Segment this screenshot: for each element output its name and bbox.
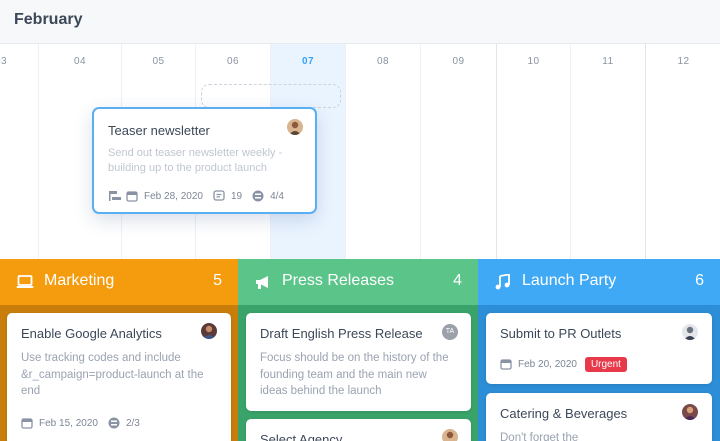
avatar[interactable] [682, 404, 698, 420]
subtasks-icon [252, 190, 264, 202]
card-title: Submit to PR Outlets [500, 326, 622, 341]
column-body: Enable Google Analytics Use tracking cod… [0, 305, 238, 441]
column-launch-party: Launch Party 6 Submit to PR Outlets Feb … [478, 259, 720, 441]
column-body: Draft English Press Release TA Focus sho… [238, 305, 478, 441]
calendar-icon [21, 417, 33, 429]
card-date: Feb 28, 2020 [144, 190, 203, 202]
comment-icon [213, 190, 225, 202]
subtasks-icon [108, 417, 120, 429]
day-column[interactable]: 03 [0, 44, 39, 259]
avatar[interactable] [682, 324, 698, 340]
column-count: 4 [453, 272, 462, 289]
music-note-icon [494, 273, 512, 290]
card-description: Send out teaser newsletter weekly - buil… [108, 147, 283, 174]
calendar-header: February [0, 0, 720, 44]
card-date: Feb 15, 2020 [39, 417, 98, 429]
task-card[interactable]: Draft English Press Release TA Focus sho… [246, 313, 471, 411]
day-label: 03 [0, 56, 8, 67]
card-title: Select Agency [260, 432, 343, 441]
column-header[interactable]: Press Releases 4 [238, 259, 478, 305]
day-label: 06 [226, 56, 240, 67]
card-description: Use tracking codes and include &r_campai… [21, 352, 204, 397]
avatar[interactable] [442, 429, 458, 441]
card-title: Enable Google Analytics [21, 326, 162, 341]
kanban-board: Marketing 5 Enable Google Analytics Use … [0, 259, 720, 441]
calendar-icon [126, 190, 138, 202]
column-title: Launch Party [522, 272, 617, 289]
column-body: Submit to PR Outlets Feb 20, 2020 Urgent… [478, 305, 720, 441]
comment-count: 19 [230, 190, 243, 202]
card-title: Catering & Beverages [500, 406, 628, 421]
column-header[interactable]: Launch Party 6 [478, 259, 720, 305]
day-column[interactable]: 12 [646, 44, 720, 259]
laptop-icon [16, 274, 34, 290]
drop-placeholder [201, 84, 341, 108]
column-header[interactable]: Marketing 5 [0, 259, 238, 305]
avatar[interactable]: TA [442, 324, 458, 340]
subtask-count: 4/4 [270, 190, 284, 202]
task-card[interactable]: Select Agency [246, 419, 471, 441]
column-count: 5 [213, 272, 222, 289]
month-title: February [14, 11, 83, 28]
dragged-task-card[interactable]: Teaser newsletter Send out teaser newsle… [92, 107, 317, 214]
column-marketing: Marketing 5 Enable Google Analytics Use … [0, 259, 238, 441]
day-column[interactable]: 11 [571, 44, 646, 259]
day-label: 09 [452, 56, 465, 67]
avatar[interactable] [287, 119, 303, 135]
day-column[interactable]: 09 [421, 44, 497, 259]
card-meta: Feb 20, 2020 Urgent [500, 356, 627, 372]
day-column[interactable]: 08 [346, 44, 421, 259]
dependency-icon [108, 190, 121, 202]
timeline: 03 04 05 06 07 08 09 10 11 12 Teaser new… [0, 44, 720, 259]
day-column[interactable]: 10 [497, 44, 571, 259]
day-label: 12 [677, 56, 690, 67]
task-card[interactable]: Enable Google Analytics Use tracking cod… [7, 313, 231, 441]
day-label: 11 [602, 56, 614, 67]
day-label-today: 07 [301, 56, 315, 67]
card-title: Teaser newsletter [108, 123, 210, 138]
day-label: 04 [73, 56, 87, 67]
urgent-badge: Urgent [584, 356, 627, 372]
card-meta: Feb 15, 2020 2/3 [21, 416, 140, 430]
card-date: Feb 20, 2020 [518, 358, 577, 370]
day-label: 05 [152, 56, 165, 67]
card-title: Draft English Press Release [260, 326, 423, 341]
day-label: 10 [527, 56, 540, 67]
megaphone-icon [254, 274, 272, 290]
task-card[interactable]: Submit to PR Outlets Feb 20, 2020 Urgent [486, 313, 712, 384]
card-description: Don't forget the [500, 432, 579, 441]
card-description: Focus should be on the history of the fo… [260, 352, 449, 397]
avatar[interactable] [201, 323, 217, 339]
column-press-releases: Press Releases 4 Draft English Press Rel… [238, 259, 478, 441]
subtask-count: 2/3 [125, 417, 140, 429]
calendar-icon [500, 358, 512, 370]
card-meta: Feb 28, 2020 19 4/4 [108, 188, 284, 204]
column-count: 6 [695, 272, 704, 289]
column-title: Marketing [44, 272, 115, 289]
column-title: Press Releases [282, 272, 395, 289]
day-label: 08 [376, 56, 390, 67]
task-card[interactable]: Catering & Beverages Don't forget the [486, 393, 712, 441]
